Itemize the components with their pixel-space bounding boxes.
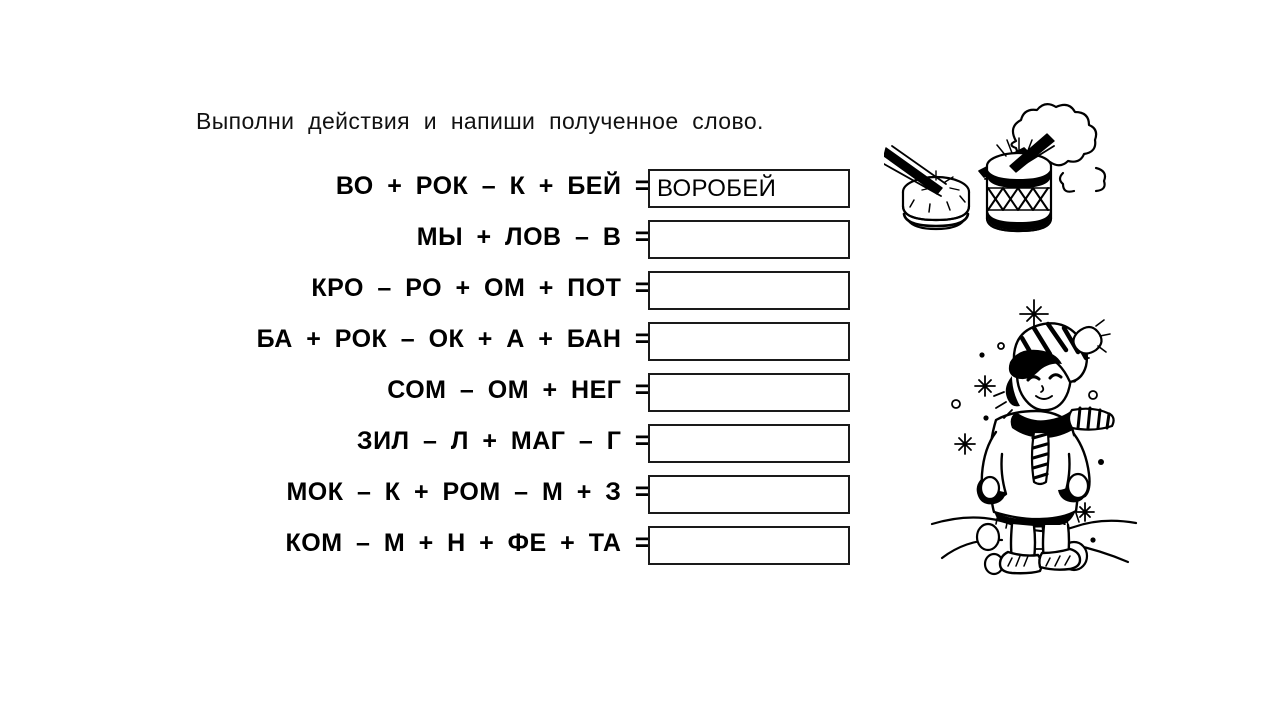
equation-row: СОМ – ОМ + НЕГ = [150,370,650,421]
answer-box[interactable] [648,424,850,463]
answer-box[interactable] [648,322,850,361]
equation-expression: СОМ – ОМ + НЕГ = [387,376,650,404]
answer-box[interactable] [648,373,850,412]
equation-expression: ВО + РОК – К + БЕЙ = [335,172,650,200]
equation-list: ВО + РОК – К + БЕЙ = МЫ + ЛОВ – В = КРО … [150,166,650,574]
equation-expression: КОМ – М + Н + ФЕ + ТА = [285,529,650,557]
answer-box[interactable]: ВОРОБЕЙ [648,169,850,208]
equation-expression: ЗИЛ – Л + МАГ – Г = [356,427,650,455]
answer-box-text: ВОРОБЕЙ [657,174,777,202]
equation-row: КРО – РО + ОМ + ПОТ = [150,268,650,319]
page-title: Выполни действия и напиши полученное сло… [196,108,764,134]
snowflake-icon [954,433,976,455]
answer-box-list: ВОРОБЕЙ [648,169,852,577]
equation-expression: МОК – К + РОМ – М + З = [286,478,650,506]
equation-row: КОМ – М + Н + ФЕ + ТА = [150,523,650,574]
equation-expression: КРО – РО + ОМ + ПОТ = [311,274,650,302]
snowflake-icon [1075,502,1095,522]
equation-row: БА + РОК – ОК + А + БАН = [150,319,650,370]
drums-illustration [884,96,1134,238]
equation-row: ВО + РОК – К + БЕЙ = [150,166,650,217]
equation-row: МОК – К + РОМ – М + З = [150,472,650,523]
equation-row: МЫ + ЛОВ – В = [150,217,650,268]
equation-row: ЗИЛ – Л + МАГ – Г = [150,421,650,472]
equation-expression: БА + РОК – ОК + А + БАН = [256,325,650,353]
answer-box[interactable] [648,271,850,310]
answer-box[interactable] [648,475,850,514]
snowflake-icon [974,375,996,397]
worksheet-page: Выполни действия и напиши полученное сло… [0,0,1280,720]
equation-expression: МЫ + ЛОВ – В = [416,223,650,251]
small-drum [884,145,971,231]
winter-child-illustration [930,292,1142,584]
answer-box[interactable] [648,526,850,565]
answer-box[interactable] [648,220,850,259]
